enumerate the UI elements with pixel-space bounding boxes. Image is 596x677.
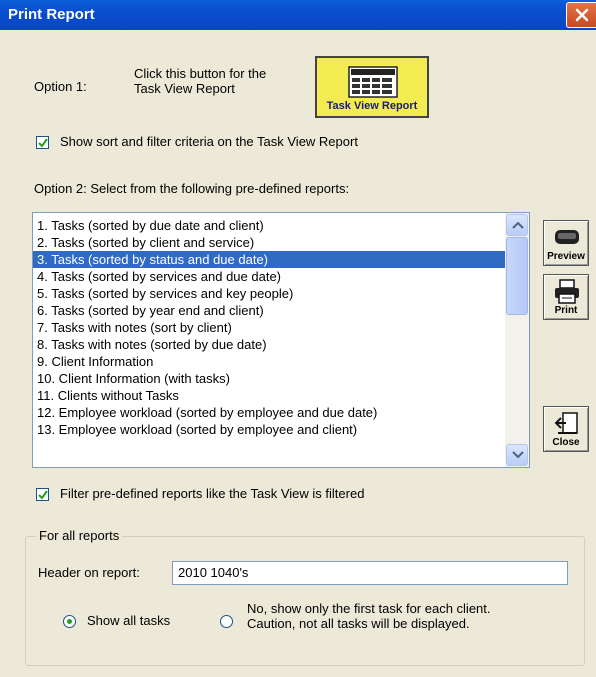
task-view-report-button[interactable]: Task View Report [315, 56, 429, 118]
title-bar[interactable]: Print Report [0, 0, 596, 30]
checkmark-icon [38, 490, 48, 500]
first-task-only-label-line1[interactable]: No, show only the first task for each cl… [247, 601, 491, 616]
print-button[interactable]: Print [543, 274, 589, 320]
scroll-thumb[interactable] [506, 237, 528, 315]
radio-selected-dot [67, 619, 72, 624]
option2-label: Option 2: Select from the following pre-… [34, 181, 350, 196]
print-button-label: Print [554, 305, 578, 316]
printer-icon [555, 279, 579, 304]
report-list-item[interactable]: 1. Tasks (sorted by due date and client) [33, 217, 505, 234]
report-list-item[interactable]: 8. Tasks with notes (sorted by due date) [33, 336, 505, 353]
show-all-tasks-label[interactable]: Show all tasks [87, 613, 170, 628]
close-icon [575, 8, 589, 22]
report-list-item[interactable]: 10. Client Information (with tasks) [33, 370, 505, 387]
report-list-item[interactable]: 11. Clients without Tasks [33, 387, 505, 404]
report-list-item[interactable]: 2. Tasks (sorted by client and service) [33, 234, 505, 251]
report-list-item[interactable]: 4. Tasks (sorted by services and due dat… [33, 268, 505, 285]
header-label: Header on report: [38, 565, 140, 580]
report-list-item[interactable]: 9. Client Information [33, 353, 505, 370]
scroll-up-button[interactable] [506, 214, 528, 236]
checkmark-icon [38, 138, 48, 148]
window-close-button[interactable] [566, 2, 596, 28]
report-list-item[interactable]: 13. Employee workload (sorted by employe… [33, 421, 505, 438]
reports-list: 1. Tasks (sorted by due date and client)… [33, 217, 505, 438]
show-criteria-checkbox[interactable] [36, 136, 49, 149]
filter-predefined-label[interactable]: Filter pre-defined reports like the Task… [60, 486, 364, 501]
print-report-dialog: Print Report Option 1: Click this button… [0, 0, 596, 677]
chevron-up-icon [512, 221, 524, 229]
option1-label: Option 1: [34, 79, 87, 94]
reports-listbox[interactable]: 1. Tasks (sorted by due date and client)… [32, 212, 530, 468]
report-list-item[interactable]: 12. Employee workload (sorted by employe… [33, 404, 505, 421]
show-criteria-label[interactable]: Show sort and filter criteria on the Tas… [60, 134, 358, 149]
show-all-tasks-radio[interactable] [63, 615, 76, 628]
report-list-item[interactable]: 6. Tasks (sorted by year end and client) [33, 302, 505, 319]
header-input[interactable]: 2010 1040's [172, 561, 568, 585]
first-task-only-radio[interactable] [220, 615, 233, 628]
close-button[interactable]: Close [543, 406, 589, 452]
first-task-only-label-line2[interactable]: Caution, not all tasks will be displayed… [247, 616, 470, 631]
preview-button[interactable]: Preview [543, 220, 589, 266]
reports-scrollbar[interactable] [505, 213, 529, 467]
all-reports-group-title: For all reports [36, 528, 123, 543]
chevron-down-icon [512, 451, 524, 459]
option1-description-line1: Click this button for the [134, 66, 267, 81]
exit-door-icon [554, 412, 578, 434]
task-view-report-button-label: Task View Report [326, 100, 418, 112]
option1-description-line2: Task View Report [134, 81, 235, 96]
preview-icon [555, 230, 579, 244]
scroll-down-button[interactable] [506, 444, 528, 466]
report-grid-icon [348, 66, 398, 98]
report-list-item[interactable]: 7. Tasks with notes (sort by client) [33, 319, 505, 336]
filter-predefined-checkbox[interactable] [36, 488, 49, 501]
report-list-item[interactable]: 3. Tasks (sorted by status and due date) [33, 251, 505, 268]
report-list-item[interactable]: 5. Tasks (sorted by services and key peo… [33, 285, 505, 302]
preview-button-label: Preview [547, 251, 585, 262]
window-title: Print Report [8, 6, 95, 23]
close-button-label: Close [552, 437, 580, 448]
